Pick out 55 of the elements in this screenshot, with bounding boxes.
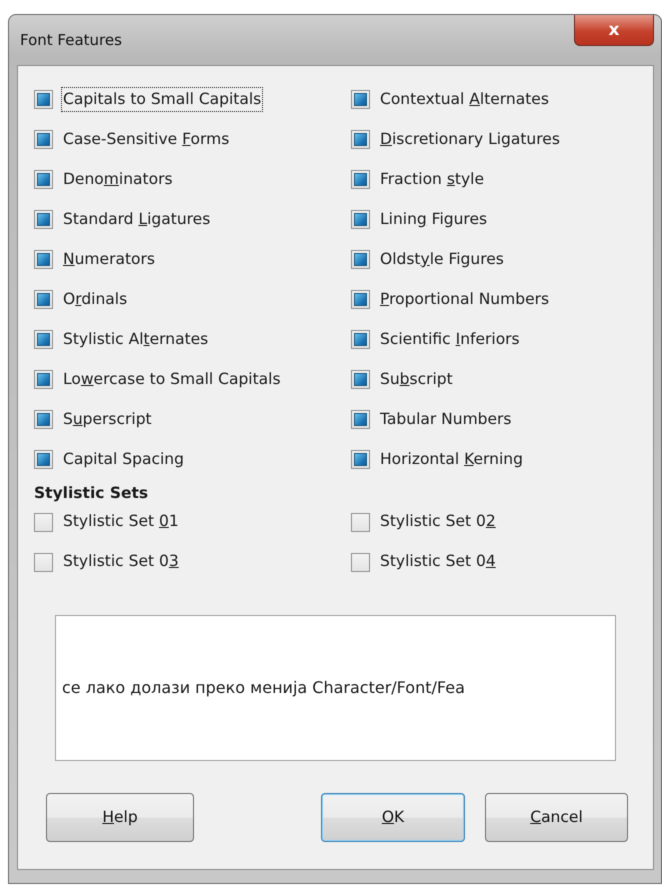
dialog-button[interactable]: Help (46, 793, 194, 842)
checkbox-label[interactable]: Proportional Numbers (378, 286, 552, 312)
checkbox[interactable] (34, 450, 53, 469)
checkbox-label[interactable]: Lining Figures (378, 206, 490, 232)
checkbox-label[interactable]: Superscript (61, 406, 154, 432)
checkbox[interactable] (351, 130, 370, 149)
section-heading: Stylistic Sets (34, 483, 150, 503)
checkbox-label[interactable]: Stylistic Set 01 (61, 509, 181, 535)
checkbox-label[interactable]: Horizontal Kerning (378, 446, 525, 472)
checkbox-label[interactable]: Capitals to Small Capitals (61, 86, 264, 112)
checkbox[interactable] (351, 90, 370, 109)
checkbox-label[interactable]: Stylistic Set 03 (61, 549, 181, 575)
checkbox-label[interactable]: Capital Spacing (61, 446, 186, 472)
checkbox[interactable] (34, 370, 53, 389)
checkbox-label[interactable]: Ordinals (61, 286, 130, 312)
checkbox[interactable] (34, 552, 53, 572)
checkbox-label[interactable]: Oldstyle Figures (378, 246, 506, 272)
checkbox[interactable] (34, 250, 53, 269)
dialog-button[interactable]: OK (321, 793, 465, 842)
close-button[interactable]: x (574, 15, 654, 46)
checkbox-label[interactable]: Case-Sensitive Forms (61, 126, 232, 152)
preview-text: се лако долази преко менија Character/Font/Fea (62, 677, 465, 699)
checkbox-label[interactable]: Fraction style (378, 166, 486, 192)
checkbox[interactable] (34, 170, 53, 189)
checkbox[interactable] (351, 290, 370, 309)
checkbox[interactable] (351, 210, 370, 229)
checkbox[interactable] (351, 170, 370, 189)
checkbox[interactable] (351, 552, 370, 572)
checkbox[interactable] (34, 330, 53, 349)
checkbox[interactable] (351, 330, 370, 349)
checkbox-label[interactable]: Subscript (378, 366, 455, 392)
checkbox[interactable] (351, 450, 370, 469)
checkbox[interactable] (351, 410, 370, 429)
checkbox[interactable] (351, 370, 370, 389)
dialog-button[interactable]: Cancel (485, 793, 628, 842)
checkbox-label[interactable]: Stylistic Alternates (61, 326, 210, 352)
checkbox[interactable] (34, 90, 53, 109)
checkbox-label[interactable]: Numerators (61, 246, 157, 272)
checkbox[interactable] (34, 410, 53, 429)
window-title: Font Features (20, 30, 122, 51)
checkbox[interactable] (34, 130, 53, 149)
checkbox[interactable] (351, 250, 370, 269)
checkbox-label[interactable]: Tabular Numbers (378, 406, 514, 432)
checkbox[interactable] (351, 512, 370, 532)
checkbox[interactable] (34, 512, 53, 532)
checkbox-label[interactable]: Standard Ligatures (61, 206, 212, 232)
checkbox-label[interactable]: Contextual Alternates (378, 86, 551, 112)
checkbox-label[interactable]: Discretionary Ligatures (378, 126, 562, 152)
checkbox-label[interactable]: Scientific Inferiors (378, 326, 522, 352)
checkbox-label[interactable]: Denominators (61, 166, 175, 192)
checkbox-label[interactable]: Lowercase to Small Capitals (61, 366, 283, 392)
checkbox-label[interactable]: Stylistic Set 02 (378, 509, 498, 535)
checkbox[interactable] (34, 290, 53, 309)
checkbox[interactable] (34, 210, 53, 229)
checkbox-label[interactable]: Stylistic Set 04 (378, 549, 498, 575)
